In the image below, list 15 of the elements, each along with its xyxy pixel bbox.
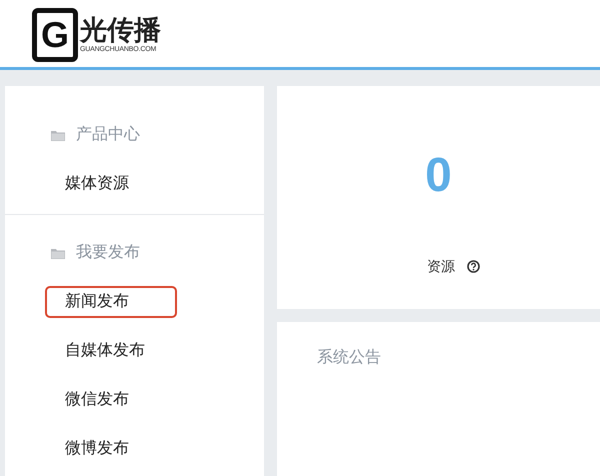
sidebar-item[interactable]: 自媒体发布 (45, 335, 159, 367)
sidebar-item[interactable]: 微博发布 (45, 433, 143, 465)
logo-mark: G (32, 8, 78, 62)
sidebar-item[interactable]: 新闻发布 (45, 286, 177, 318)
folder-icon (51, 130, 65, 140)
stat-label: 资源 (427, 257, 455, 276)
folder-icon (51, 248, 65, 258)
notice-title: 系统公告 (317, 349, 381, 366)
sidebar-item[interactable]: 微信发布 (45, 384, 143, 416)
sidebar-item[interactable]: 媒体资源 (45, 168, 143, 200)
section-title: 我要发布 (76, 242, 140, 263)
logo-name: 光传播 (80, 15, 161, 45)
help-icon[interactable] (467, 260, 480, 273)
section-title: 产品中心 (76, 124, 140, 145)
stat-value: 0 (425, 152, 452, 200)
